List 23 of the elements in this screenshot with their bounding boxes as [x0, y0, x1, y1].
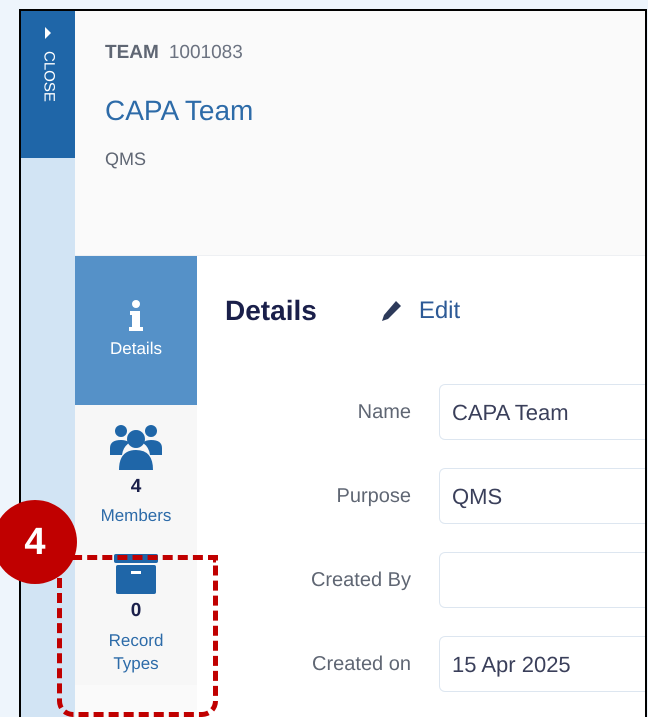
count-text: 4 [130, 474, 142, 499]
field-label: Name [356, 400, 411, 425]
archive-box-icon [114, 554, 158, 594]
text-field[interactable]: QMS [439, 468, 645, 524]
caret-icon [45, 27, 51, 39]
nav-label: Details [109, 338, 163, 360]
section-title: Details [225, 294, 317, 328]
count-text: 0 [130, 599, 142, 624]
field-label: Created By [310, 568, 411, 593]
text-field[interactable]: CAPA Team [439, 384, 645, 440]
field-label: Purpose [336, 484, 411, 509]
record-number: 1001083 [168, 41, 243, 65]
nav-label: Members [100, 505, 172, 528]
record-type-label: TEAM [105, 41, 159, 65]
field-label: Created on [311, 652, 411, 677]
close-tab[interactable]: CLOSE [21, 11, 75, 158]
record-subtitle: QMS [105, 148, 148, 170]
text-field[interactable] [439, 552, 645, 608]
edit-link[interactable]: Edit [378, 293, 460, 329]
info-icon [128, 300, 144, 332]
text-field[interactable]: 15 Apr 2025 [439, 636, 645, 692]
record-title: CAPA Team [105, 94, 254, 128]
nav-label: Record Types [108, 630, 164, 675]
